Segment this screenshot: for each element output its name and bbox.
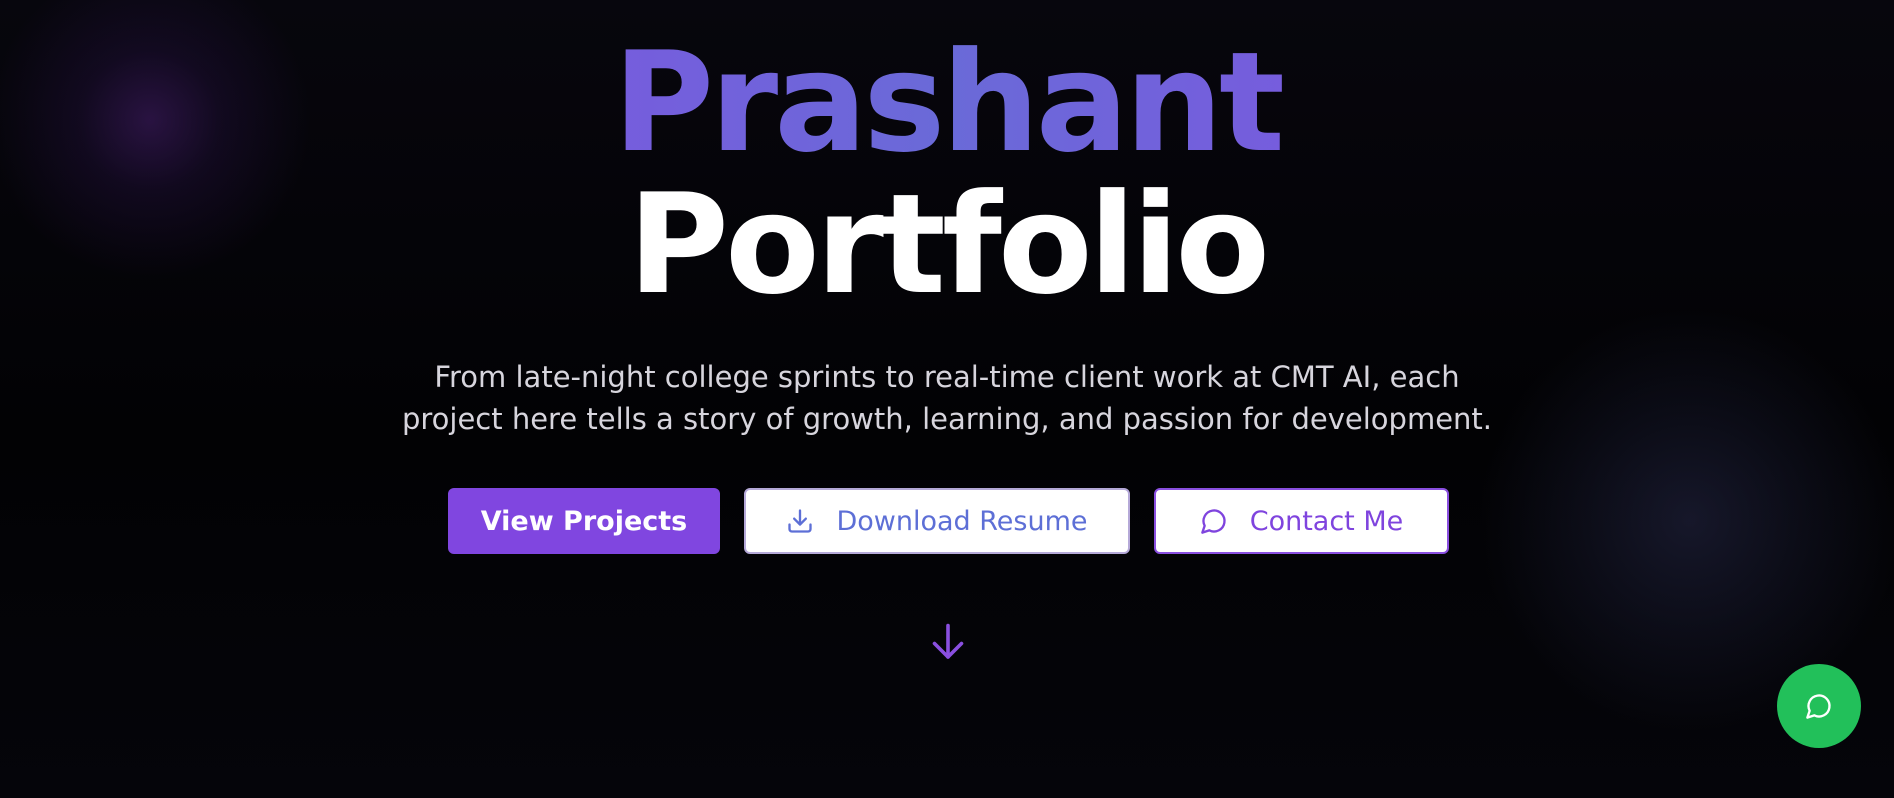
hero-title-portfolio: Portfolio <box>627 164 1270 325</box>
hero-buttons: View Projects Download Resume Contact Me <box>0 488 1894 554</box>
download-icon <box>786 507 814 535</box>
chat-fab-button[interactable] <box>1777 664 1861 748</box>
hero-subtitle: From late-night college sprints to real-… <box>401 360 1493 436</box>
chat-bubble-icon <box>1200 507 1228 535</box>
hero-title-name: Prashant <box>0 28 1894 178</box>
download-resume-label: Download Resume <box>836 505 1088 537</box>
scroll-down-arrow-icon[interactable] <box>930 622 966 662</box>
view-projects-button[interactable]: View Projects <box>448 488 720 554</box>
fab-chat-bubble-icon <box>1805 692 1833 720</box>
contact-me-button[interactable]: Contact Me <box>1154 488 1449 554</box>
page: Prashant Portfolio From late-night colle… <box>0 0 1894 798</box>
contact-me-label: Contact Me <box>1249 505 1404 537</box>
view-projects-label: View Projects <box>480 505 688 537</box>
download-resume-button[interactable]: Download Resume <box>744 488 1130 554</box>
